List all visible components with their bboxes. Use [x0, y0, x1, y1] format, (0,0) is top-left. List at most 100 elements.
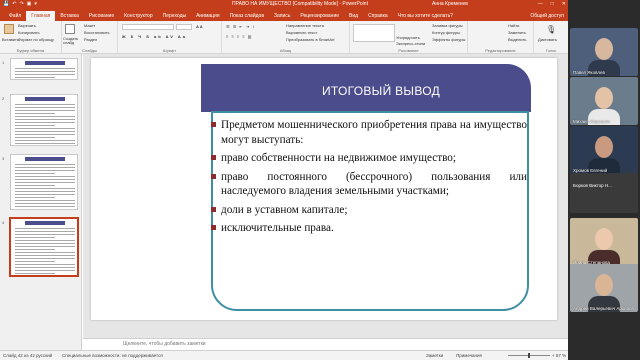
participant-video-tile[interactable]: Михаил Кирюшин: [570, 77, 638, 125]
bullet-list[interactable]: Предметом мошеннического приобретения пр…: [209, 118, 527, 240]
group-label: Рисование: [398, 48, 419, 53]
shape-outline-button[interactable]: Контур фигуры: [432, 30, 460, 35]
font-format-icons[interactable]: Ж К Ч S ab AV Aa: [122, 34, 187, 39]
slide-thumbnail[interactable]: [10, 218, 78, 276]
bullet-item[interactable]: доли в уставном капитале;: [209, 203, 527, 218]
thumbnail-number: 4: [2, 220, 5, 225]
notes-toggle[interactable]: Заметки: [426, 353, 443, 358]
tab-3[interactable]: Рисование: [84, 11, 119, 21]
select-button[interactable]: Выделить: [508, 37, 526, 42]
font-family-select[interactable]: [122, 24, 174, 30]
thumbnail-text-line: [15, 134, 75, 135]
tab-10[interactable]: Вид: [344, 11, 363, 21]
participant-video-tile[interactable]: Ирина Степанова: [570, 218, 638, 266]
list-icons[interactable]: ☰ ☰ ⇤ ⇥ ↕: [226, 24, 255, 29]
maximize-icon[interactable]: □: [551, 0, 554, 9]
slide-thumbnail[interactable]: [10, 94, 78, 146]
arrange-button[interactable]: Упорядочить: [396, 35, 420, 40]
video-call-panel: Павел Яковлев Михаил Кирюшин Хромов Евгени…: [568, 0, 640, 360]
font-size-select[interactable]: [176, 24, 192, 30]
bullet-item[interactable]: право постоянного (бессрочного) пользова…: [209, 170, 527, 199]
new-slide-button[interactable]: Создать слайд: [63, 37, 81, 45]
participant-video-tile[interactable]: Павел Яковлев: [570, 28, 638, 76]
tab-5[interactable]: Переходы: [158, 11, 191, 21]
thumbnail-text-line: [15, 273, 55, 274]
paste-button[interactable]: Вставить: [2, 37, 19, 42]
comments-toggle[interactable]: Примечания: [456, 353, 482, 358]
tab-11[interactable]: Справка: [363, 11, 393, 21]
thumbnail-title-bar: [25, 61, 65, 65]
redo-icon[interactable]: ↷: [19, 0, 23, 9]
thumbnail-text-line: [15, 122, 75, 123]
thumbnail-text-line: [15, 128, 75, 129]
save-icon[interactable]: 💾: [3, 0, 9, 9]
thumbnail-text-line: [15, 246, 75, 247]
share-button[interactable]: Общий доступ: [530, 11, 564, 21]
tab-12[interactable]: Что вы хотите сделать?: [393, 11, 458, 21]
zoom-slider-thumb[interactable]: [528, 353, 530, 358]
close-icon[interactable]: ✕: [562, 0, 566, 9]
format-painter-button[interactable]: Формат по образцу: [18, 37, 54, 42]
slide-thumbnails-pane[interactable]: 1 2 3 4: [0, 54, 82, 350]
cut-button[interactable]: Вырезать: [18, 23, 36, 28]
notes-pane[interactable]: Щелкните, чтобы добавить заметки: [83, 338, 568, 350]
group-label: Шрифт: [162, 48, 177, 53]
slide-thumbnail[interactable]: [10, 58, 78, 80]
thumbnail-text-line: [15, 234, 75, 235]
thumbnail-text-line: [15, 200, 75, 201]
thumbnail-text-line: [15, 77, 55, 78]
reset-button[interactable]: Восстановить: [84, 30, 110, 35]
tab-7[interactable]: Показ слайдов: [225, 11, 269, 21]
thumbnail-text-line: [15, 74, 75, 75]
find-button[interactable]: Найти: [508, 23, 519, 28]
group-label: Голос: [545, 48, 557, 53]
align-text-button[interactable]: Выровнять текст: [286, 30, 317, 35]
grow-font-icon[interactable]: A A: [196, 24, 203, 29]
tab-8[interactable]: Запись: [269, 11, 295, 21]
bullet-item[interactable]: Предметом мошеннического приобретения пр…: [209, 118, 527, 147]
slide-thumbnail[interactable]: [10, 154, 78, 210]
tab-6[interactable]: Анимация: [191, 11, 224, 21]
thumbnail-text-line: [15, 194, 75, 195]
participant-video-tile[interactable]: Хромов Евгений: [570, 126, 638, 174]
slide-title[interactable]: ИТОГОВЫЙ ВЫВОД: [276, 84, 486, 98]
tab-1[interactable]: Главная: [26, 11, 56, 21]
participant-video-tile[interactable]: Андрей Валерьевич Архипов: [570, 264, 638, 312]
paste-icon[interactable]: [4, 24, 14, 34]
present-icon[interactable]: ▣: [27, 0, 32, 9]
tab-9[interactable]: Рецензирование: [295, 11, 344, 21]
tab-4[interactable]: Конструктор: [119, 11, 158, 21]
minimize-icon[interactable]: —: [538, 0, 543, 9]
language-indicator[interactable]: русский: [36, 353, 52, 358]
zoom-level[interactable]: + 57 %: [552, 353, 566, 358]
shape-effects-button[interactable]: Эффекты фигуры: [432, 37, 465, 42]
bullet-marker-icon: [211, 206, 216, 212]
align-icons[interactable]: ≡ ≡ ≡ ≡ ▥: [226, 34, 253, 39]
tab-2[interactable]: Вставка: [55, 11, 84, 21]
quick-styles-button[interactable]: Экспресс-стили: [396, 41, 425, 46]
bullet-marker-icon: [211, 155, 216, 160]
bullet-item[interactable]: исключительные права.: [209, 221, 527, 236]
bullet-marker-icon: [211, 122, 216, 127]
dictate-button[interactable]: Диктовать: [538, 37, 557, 42]
bullet-marker-icon: [211, 173, 216, 179]
voice-group: 🎙 Диктовать Голос: [534, 21, 568, 54]
replace-button[interactable]: Заменить: [508, 30, 526, 35]
tab-0[interactable]: Файл: [4, 11, 26, 21]
thumbnail-text-line: [15, 243, 75, 244]
undo-icon[interactable]: ↶: [12, 0, 16, 9]
layout-button[interactable]: Макет: [84, 23, 95, 28]
smartart-button[interactable]: Преобразовать в SmartArt: [286, 37, 335, 42]
accessibility-status[interactable]: Специальные возможности: не поддерживает…: [62, 353, 163, 358]
shape-fill-button[interactable]: Заливка фигуры: [432, 23, 463, 28]
text-direction-button[interactable]: Направление текста: [286, 23, 324, 28]
microphone-icon[interactable]: 🎙: [546, 25, 556, 34]
section-button[interactable]: Раздел: [84, 37, 97, 42]
participant-name-card[interactable]: Борков Виктор Н...: [570, 173, 638, 213]
user-name[interactable]: Анна Кременев: [432, 0, 468, 9]
customize-icon[interactable]: ▾: [34, 0, 37, 9]
copy-button[interactable]: Копировать: [18, 30, 40, 35]
new-slide-icon[interactable]: [65, 24, 75, 34]
bullet-item[interactable]: право собственности на недвижимое имущес…: [209, 151, 527, 166]
shapes-gallery[interactable]: [353, 24, 395, 42]
